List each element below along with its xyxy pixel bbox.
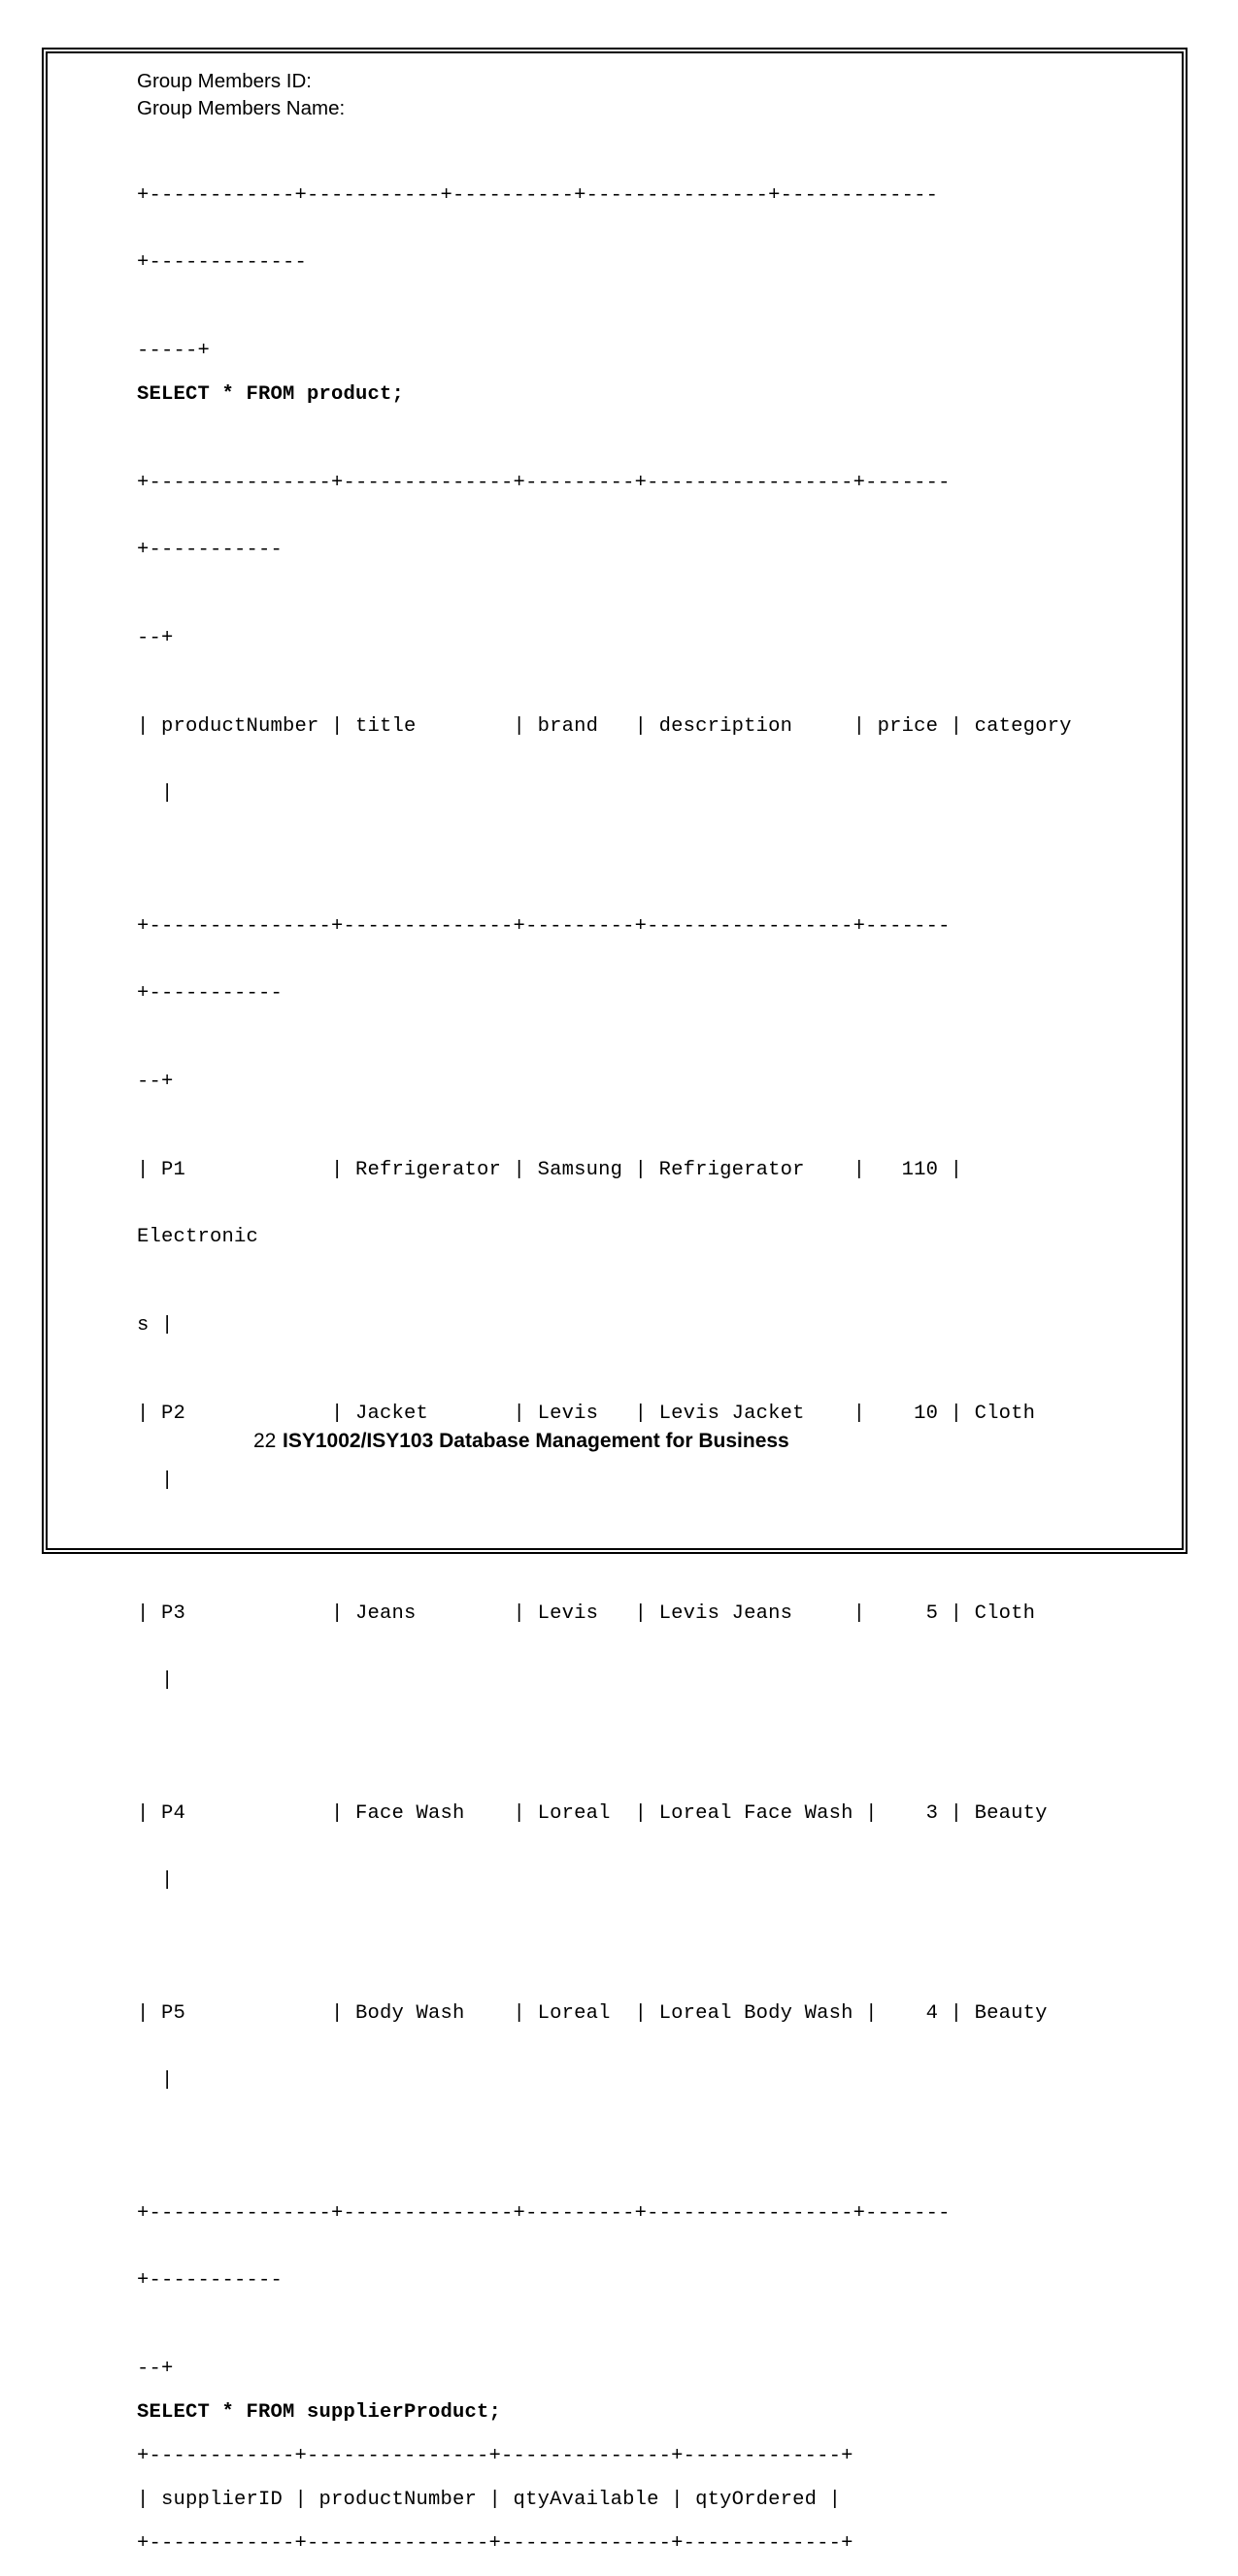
- table-row-line: Electronic: [137, 1226, 259, 1248]
- table-row-line: | P4 | Face Wash | Loreal | Loreal Face …: [137, 1802, 1048, 1825]
- supplier-header-row: | supplierID | productNumber | qtyAvaila…: [137, 2489, 842, 2511]
- table-row-line: | P5 | Body Wash | Loreal | Loreal Body …: [137, 2002, 1048, 2025]
- table-row-line: |: [137, 1470, 174, 1492]
- leading-separator-line-3: -----+: [137, 340, 211, 362]
- footer-page-number: 22: [253, 1430, 277, 1452]
- table-row: | P4 | Face Wash | Loreal | Loreal Face …: [137, 1758, 1059, 1936]
- supplier-separator-bottom: +------------+---------------+----------…: [137, 2532, 853, 2555]
- product-header-line-2: |: [137, 782, 174, 805]
- product-separator-bottom-line-1: +---------------+--------------+--------…: [137, 2202, 951, 2225]
- group-members-id-label: Group Members ID:: [137, 70, 312, 92]
- page-footer: 22 ISY1002/ISY103 Database Management fo…: [137, 1430, 1059, 1453]
- table-row-line: s |: [137, 1314, 174, 1337]
- table-row-line: |: [137, 1869, 174, 1892]
- table-row: | P1 | Refrigerator | Samsung | Refriger…: [137, 1114, 1059, 1293]
- table-row-line: | P3 | Jeans | Levis | Levis Jeans | 5 |…: [137, 1602, 1036, 1625]
- leading-separator-block: +------------+-----------+----------+---…: [137, 140, 1059, 318]
- footer-course-title: ISY1002/ISY103 Database Management for B…: [283, 1430, 789, 1452]
- product-header-line-1: | productNumber | title | brand | descri…: [137, 715, 1072, 738]
- table-row-line: | P1 | Refrigerator | Samsung | Refriger…: [137, 1159, 963, 1181]
- product-separator-bottom-line-2: +-----------: [137, 2269, 284, 2292]
- product-separator-top-line-2: +-----------: [137, 539, 284, 561]
- product-separator-mid-block: +---------------+--------------+--------…: [137, 871, 1059, 1049]
- group-members-name-label: Group Members Name:: [137, 97, 346, 119]
- product-separator-top-block: +---------------+--------------+--------…: [137, 427, 1059, 606]
- product-separator-bottom-block: +---------------+--------------+--------…: [137, 2158, 1059, 2336]
- table-row-line: |: [137, 1669, 174, 1692]
- product-separator-mid-line-2: +-----------: [137, 982, 284, 1005]
- leading-separator-line-1: +------------+-----------+----------+---…: [137, 184, 939, 207]
- document-content: Group Members ID: Group Members Name: +-…: [137, 68, 1072, 2576]
- product-header-row: | productNumber | title | brand | descri…: [137, 671, 1072, 849]
- product-separator-mid-line-3: --+: [137, 1071, 174, 1093]
- table-row-line: | P2 | Jacket | Levis | Levis Jacket | 1…: [137, 1403, 1036, 1425]
- product-separator-bottom-line-3: --+: [137, 2358, 174, 2380]
- product-separator-top-line-3: --+: [137, 627, 174, 649]
- table-row: | P5 | Body Wash | Loreal | Loreal Body …: [137, 1958, 1059, 2136]
- table-row: | P3 | Jeans | Levis | Levis Jeans | 5 |…: [137, 1558, 1059, 1736]
- leading-separator-line-2: +-------------: [137, 251, 308, 274]
- table-row-line: |: [137, 2069, 174, 2092]
- product-separator-mid-line-1: +---------------+--------------+--------…: [137, 915, 951, 938]
- product-separator-top-line-1: +---------------+--------------+--------…: [137, 472, 951, 494]
- sql-statement-supplier-product: SELECT * FROM supplierProduct;: [137, 2401, 502, 2424]
- supplier-separator-top: +------------+---------------+----------…: [137, 2445, 853, 2467]
- sql-statement-product: SELECT * FROM product;: [137, 383, 405, 406]
